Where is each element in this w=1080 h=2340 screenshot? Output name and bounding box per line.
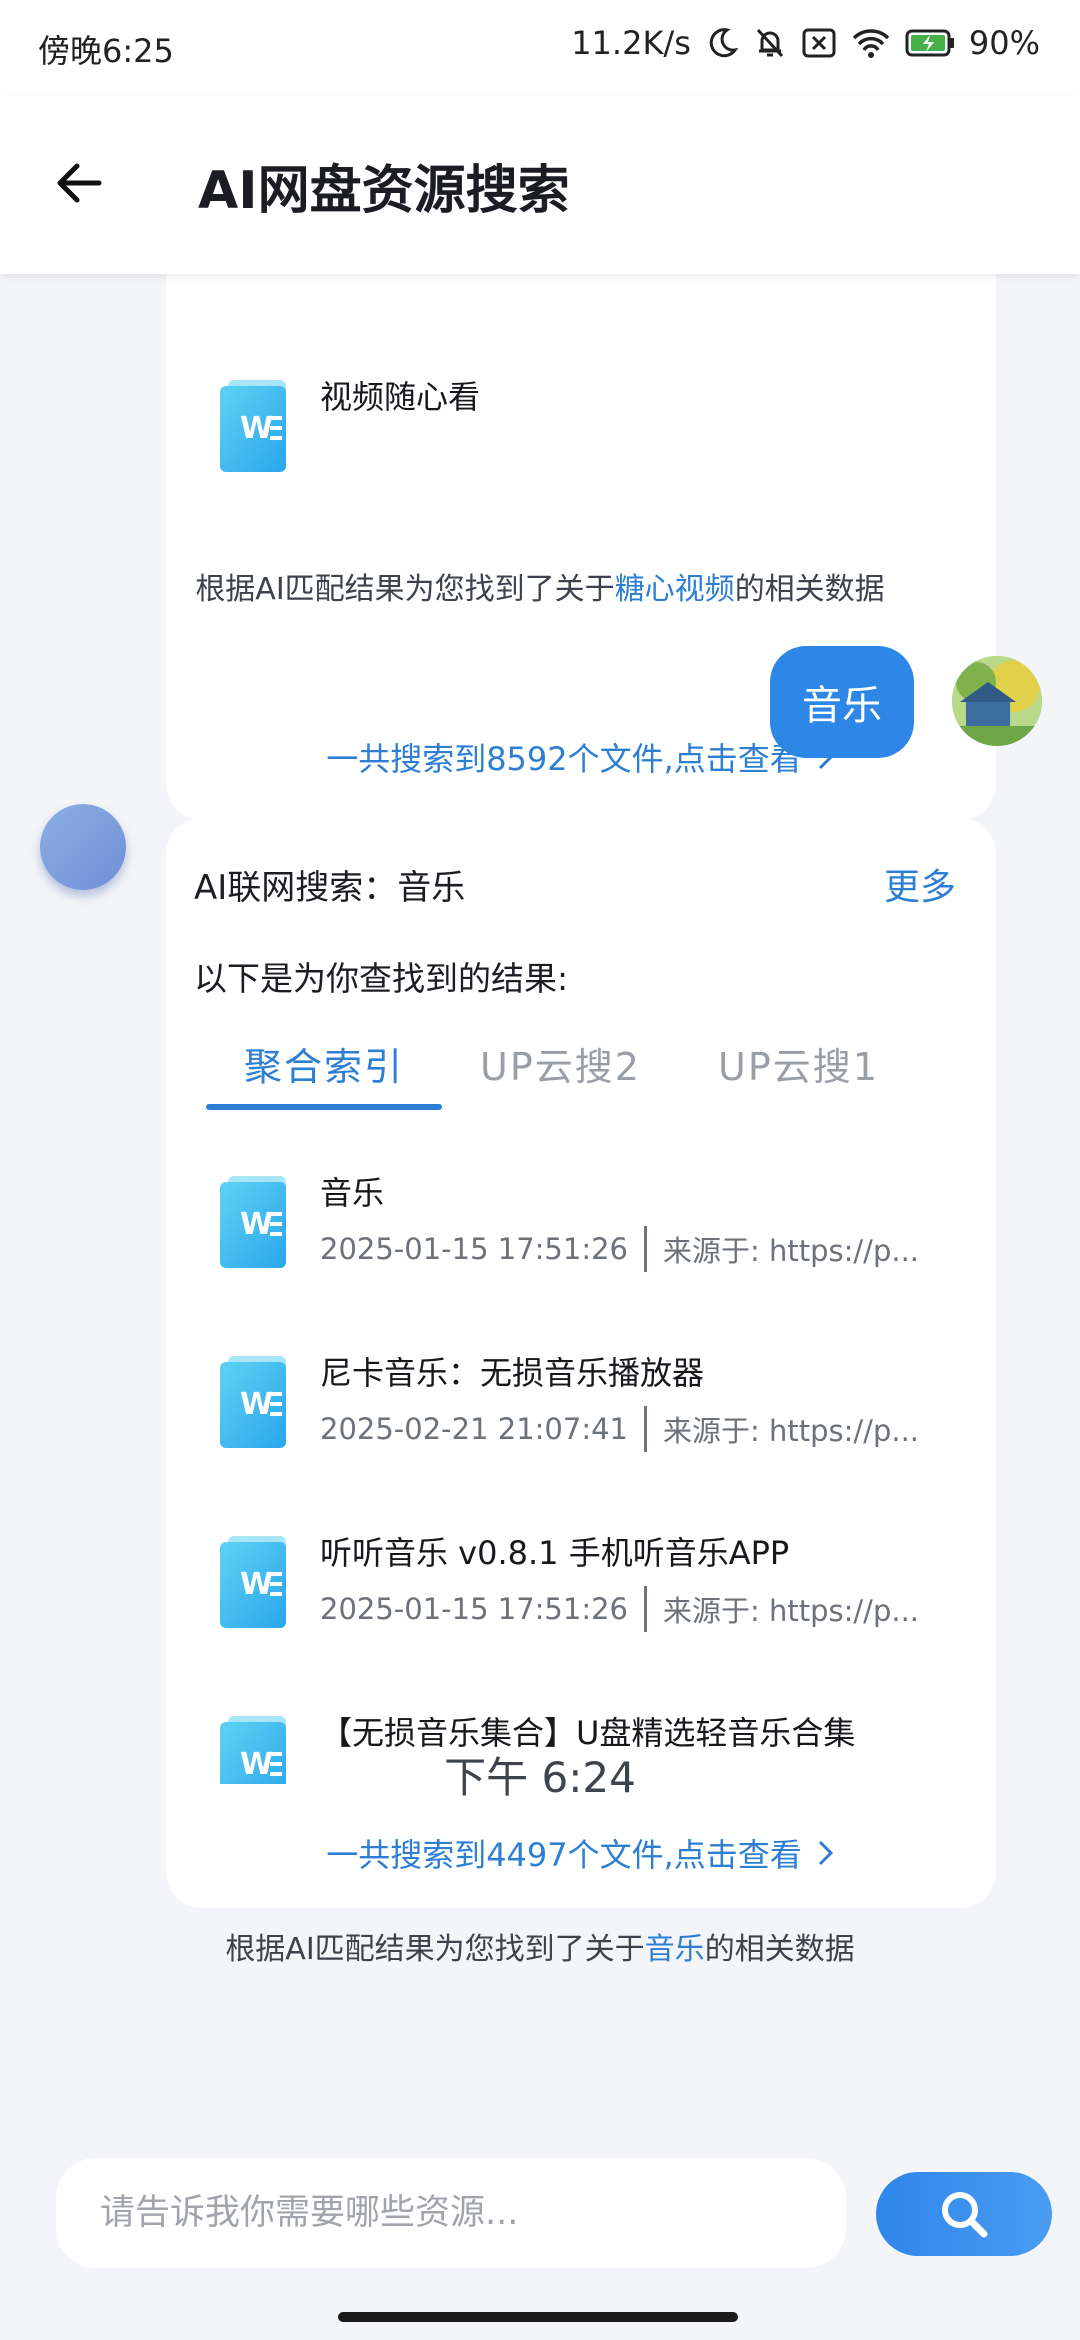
status-icons: 11.2K/s 90% <box>571 24 1040 62</box>
word-doc-icon: W <box>220 380 286 472</box>
keyword-link[interactable]: 糖心视频 <box>615 572 735 607</box>
sim-disabled-icon <box>802 28 836 58</box>
list-item[interactable]: W 音乐 2025-01-15 17:51:26 来源于: https://p.… <box>206 1160 956 1290</box>
file-date: 2025-01-15 17:51:26 <box>320 1232 628 1266</box>
home-indicator[interactable] <box>338 2312 738 2322</box>
moon-icon <box>709 28 739 58</box>
tab-up-cloud-1[interactable]: UP云搜1 <box>718 1036 879 1091</box>
tab-aggregate-index[interactable]: 聚合索引 <box>244 1036 404 1091</box>
page-title: AI网盘资源搜索 <box>198 161 570 221</box>
list-item[interactable]: W 听听音乐 v0.8.1 手机听音乐APP 2025-01-15 17:51:… <box>206 1520 956 1650</box>
chevron-right-icon <box>818 1840 833 1866</box>
result-heading: AI联网搜索：音乐 <box>194 868 466 908</box>
file-source: 来源于: https://p... <box>663 1594 920 1628</box>
file-meta: 2025-01-15 17:51:26 来源于: https://p... <box>320 1226 919 1272</box>
wifi-icon <box>852 29 890 58</box>
list-item[interactable]: W 视频随心看 <box>206 364 956 494</box>
file-name: 尼卡音乐：无损音乐播放器 <box>320 1354 705 1392</box>
svg-text:W: W <box>240 1207 273 1242</box>
message-timestamp: 下午 6:24 <box>444 1753 636 1802</box>
svg-text:W: W <box>240 1567 273 1602</box>
battery-percent: 90% <box>968 24 1040 62</box>
tab-up-cloud-2[interactable]: UP云搜2 <box>480 1036 641 1091</box>
file-source: 来源于: https://p... <box>663 1414 920 1448</box>
status-bar: 傍晚6:25 11.2K/s 90% <box>0 0 1080 96</box>
arrow-left-icon <box>57 163 102 203</box>
battery-charging-icon <box>905 29 954 57</box>
network-speed: 11.2K/s <box>571 24 691 62</box>
svg-text:W: W <box>240 1387 273 1422</box>
avatar-image <box>952 656 1042 746</box>
file-date: 2025-01-15 17:51:26 <box>320 1592 628 1626</box>
search-button[interactable] <box>876 2172 1052 2256</box>
svg-text:W: W <box>240 411 273 446</box>
result-note: 根据AI匹配结果为您找到了关于音乐的相关数据 <box>225 1932 855 1967</box>
divider <box>644 1586 647 1632</box>
file-name: 音乐 <box>320 1174 385 1212</box>
result-subtitle: 以下是为你查找到的结果: <box>194 959 569 998</box>
divider <box>644 1406 647 1452</box>
user-message-bubble: 音乐 <box>770 646 914 758</box>
top-bar: AI网盘资源搜索 <box>0 96 1080 274</box>
active-tab-indicator <box>206 1104 442 1110</box>
divider <box>644 1226 647 1272</box>
back-button[interactable] <box>44 148 114 218</box>
search-input[interactable] <box>100 2158 820 2268</box>
user-avatar[interactable] <box>952 656 1042 746</box>
status-time: 傍晚6:25 <box>38 32 174 70</box>
file-date: 2025-02-21 21:07:41 <box>320 1412 628 1446</box>
source-tabs: 聚合索引 UP云搜2 UP云搜1 <box>206 1036 986 1112</box>
file-name: 视频随心看 <box>320 378 481 416</box>
word-doc-icon: W <box>220 1536 286 1628</box>
previous-result-note: 根据AI匹配结果为您找到了关于糖心视频的相关数据 <box>195 572 885 607</box>
more-button[interactable]: 更多 <box>884 858 956 910</box>
list-item[interactable]: W 尼卡音乐：无损音乐播放器 2025-02-21 21:07:41 来源于: … <box>206 1340 956 1470</box>
file-meta: 2025-01-15 17:51:26 来源于: https://p... <box>320 1586 919 1632</box>
word-doc-icon: W <box>220 1356 286 1448</box>
file-meta: 2025-02-21 21:07:41 来源于: https://p... <box>320 1406 919 1452</box>
file-name: 听听音乐 v0.8.1 手机听音乐APP <box>320 1534 790 1572</box>
word-doc-icon: W <box>220 1176 286 1268</box>
bell-muted-icon <box>756 28 783 58</box>
view-all-files-link[interactable]: 一共搜索到4497个文件,点击查看 <box>166 1830 996 1876</box>
keyword-link[interactable]: 音乐 <box>645 1932 705 1967</box>
search-input-container <box>56 2158 846 2268</box>
ai-avatar <box>40 804 126 890</box>
search-icon <box>942 2192 988 2238</box>
file-source: 来源于: https://p... <box>663 1234 920 1268</box>
chat-area[interactable]: W 视频随心看 一共搜索到8592个文件,点击查看 根据AI匹配结果为您找到了关… <box>0 274 1080 2150</box>
